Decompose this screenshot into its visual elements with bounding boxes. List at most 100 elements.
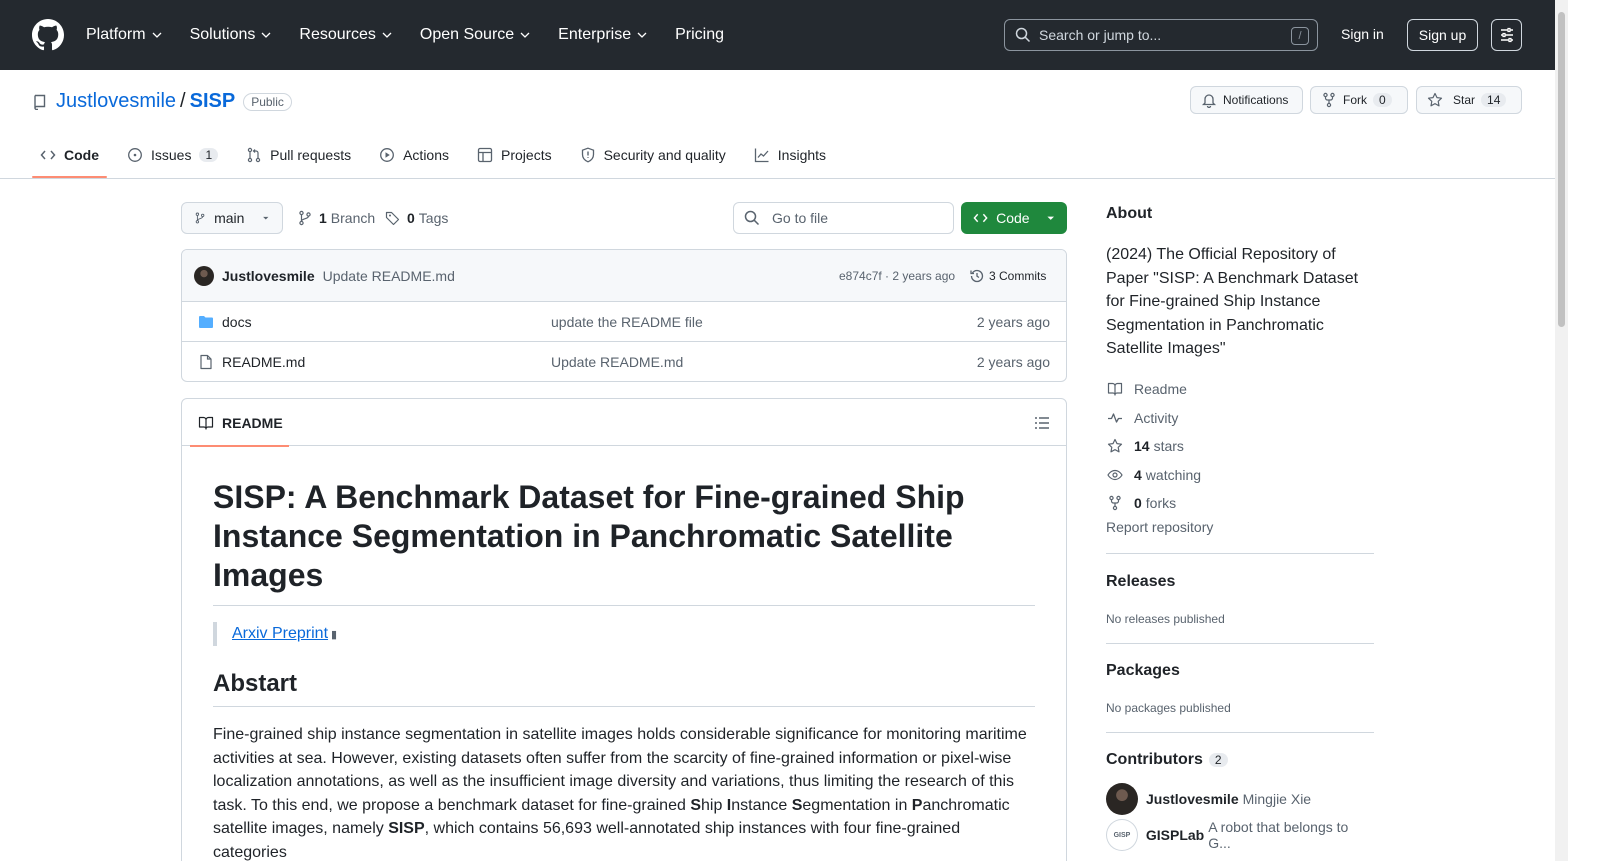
contributor-item[interactable]: Justlovesmile Mingjie Xie	[1106, 783, 1374, 816]
repo-name-link[interactable]: SISP	[190, 90, 236, 113]
forks-link[interactable]: 0 forks	[1106, 489, 1374, 518]
folder-icon	[199, 315, 213, 328]
sign-in-link[interactable]: Sign in	[1341, 26, 1384, 42]
tab-actions[interactable]: Actions	[371, 132, 457, 178]
scrollbar-thumb[interactable]	[1558, 12, 1565, 327]
commits-history-link[interactable]: 3 Commits	[969, 268, 1046, 284]
chevron-down-icon	[382, 32, 392, 38]
nav-open-source[interactable]: Open Source	[420, 26, 530, 44]
abstract-text-part: nstance	[731, 796, 792, 814]
commit-author-link[interactable]: Justlovesmile	[222, 268, 315, 284]
table-icon	[477, 147, 493, 163]
avatar[interactable]	[194, 265, 214, 286]
readme-link[interactable]: Readme	[1106, 375, 1374, 404]
chevron-down-icon	[637, 32, 647, 38]
stars-link[interactable]: 14 stars	[1106, 432, 1374, 461]
file-name-link[interactable]: docs	[222, 314, 252, 330]
about-description: (2024) The Official Repository of Paper …	[1106, 246, 1359, 358]
tab-actions-label: Actions	[403, 147, 450, 163]
book-icon	[1107, 383, 1123, 396]
file-icon	[200, 354, 212, 370]
file-name-link[interactable]: README.md	[222, 354, 305, 370]
branch-icon	[195, 212, 205, 224]
sign-up-button[interactable]: Sign up	[1407, 19, 1478, 51]
commit-sha-time[interactable]: e874c7f · 2 years ago	[839, 269, 955, 283]
contributors-section: Contributors 2 Justlovesmile Mingjie Xie…	[1106, 732, 1374, 852]
watching-link[interactable]: 4 watching	[1106, 460, 1374, 489]
contributor-item[interactable]: GISP GISPLab A robot that belongs to G..…	[1106, 819, 1374, 852]
branch-name: main	[214, 210, 245, 226]
gisp-avatar-text: GISP	[1113, 831, 1131, 839]
search-icon	[1015, 27, 1031, 43]
star-icon	[1427, 92, 1443, 107]
tab-pull-requests[interactable]: Pull requests	[238, 132, 359, 178]
search-input[interactable]: Search or jump to... /	[1004, 19, 1318, 51]
branches-link[interactable]: 1 Branch	[297, 210, 375, 226]
nav-pricing[interactable]: Pricing	[675, 26, 724, 44]
page-scrollbar[interactable]	[1555, 0, 1568, 861]
branches-count: 1	[319, 210, 327, 226]
file-date: 2 years ago	[976, 313, 1050, 330]
notifications-label: Notifications	[1223, 93, 1289, 107]
nav-solutions-label: Solutions	[189, 26, 256, 43]
file-commit-message[interactable]: update the README file	[551, 314, 703, 330]
avatar[interactable]	[1106, 783, 1138, 816]
tab-insights[interactable]: Insights	[746, 132, 834, 178]
tab-security-label: Security and quality	[603, 147, 726, 163]
releases-empty-text: No releases published	[1106, 612, 1225, 627]
go-to-file-input[interactable]: Go to file	[733, 202, 954, 234]
chevron-down-icon	[152, 32, 162, 38]
external-link-icon: ▮	[331, 628, 338, 641]
go-to-file-placeholder: Go to file	[772, 210, 829, 226]
nav-solutions[interactable]: Solutions	[190, 26, 272, 44]
notifications-button[interactable]: Notifications	[1190, 86, 1303, 114]
branch-select-button[interactable]: main	[181, 202, 283, 234]
shield-icon	[581, 147, 594, 163]
star-icon	[1107, 439, 1123, 453]
tab-code[interactable]: Code	[32, 132, 107, 178]
activity-link[interactable]: Activity	[1106, 403, 1374, 432]
repo-owner-link[interactable]: Justlovesmile	[56, 90, 176, 113]
code-icon	[40, 150, 56, 160]
tab-security[interactable]: Security and quality	[572, 132, 734, 178]
file-commit-message[interactable]: Update README.md	[551, 354, 683, 370]
repo-sidebar: About (2024) The Official Repository of …	[1106, 200, 1374, 852]
blockquote: Arxiv Preprint ▮	[213, 622, 1035, 646]
about-links: Readme Activity 14 stars 4 watching 0 fo…	[1106, 375, 1374, 518]
abstract-heading: Abstart	[213, 670, 1035, 707]
tags-link[interactable]: 0 Tags	[385, 210, 448, 226]
list-icon[interactable]	[1034, 415, 1050, 431]
sliders-icon	[1500, 27, 1513, 43]
tab-insights-label: Insights	[777, 147, 827, 163]
releases-heading[interactable]: Releases	[1106, 573, 1374, 591]
readme-tab-label: README	[222, 414, 283, 431]
commit-message-link[interactable]: Update README.md	[323, 268, 455, 284]
avatar[interactable]: GISP	[1106, 819, 1138, 852]
menu-button[interactable]	[1491, 19, 1522, 51]
table-row[interactable]: README.md Update README.md 2 years ago	[182, 342, 1066, 381]
packages-section: Packages No packages published	[1106, 643, 1374, 732]
code-dropdown-button[interactable]: Code	[961, 202, 1067, 234]
star-button[interactable]: Star 14	[1416, 86, 1522, 114]
report-repository-link[interactable]: Report repository	[1106, 519, 1374, 535]
github-logo-icon[interactable]	[32, 19, 64, 51]
nav-platform-label: Platform	[86, 26, 146, 43]
chevron-down-icon	[520, 32, 530, 38]
nav-enterprise[interactable]: Enterprise	[558, 26, 647, 44]
history-icon	[970, 269, 984, 282]
table-row[interactable]: docs update the README file 2 years ago	[182, 302, 1066, 342]
contributors-heading-label: Contributors	[1106, 751, 1203, 769]
forks-count: 0	[1134, 495, 1142, 512]
contributors-heading[interactable]: Contributors 2	[1106, 751, 1374, 769]
readme-title: SISP: A Benchmark Dataset for Fine-grain…	[213, 478, 1035, 606]
fork-button[interactable]: Fork 0	[1310, 86, 1408, 114]
readme-header: README	[182, 399, 1066, 447]
packages-heading[interactable]: Packages	[1106, 662, 1374, 680]
nav-resources[interactable]: Resources	[299, 26, 392, 44]
arxiv-preprint-link[interactable]: Arxiv Preprint	[232, 625, 328, 643]
nav-platform[interactable]: Platform	[86, 26, 162, 44]
file-table: Justlovesmile Update README.md e874c7f ·…	[181, 249, 1067, 382]
tab-issues[interactable]: Issues 1	[119, 132, 226, 178]
readme-tab[interactable]: README	[190, 399, 289, 447]
tab-projects[interactable]: Projects	[469, 132, 560, 178]
